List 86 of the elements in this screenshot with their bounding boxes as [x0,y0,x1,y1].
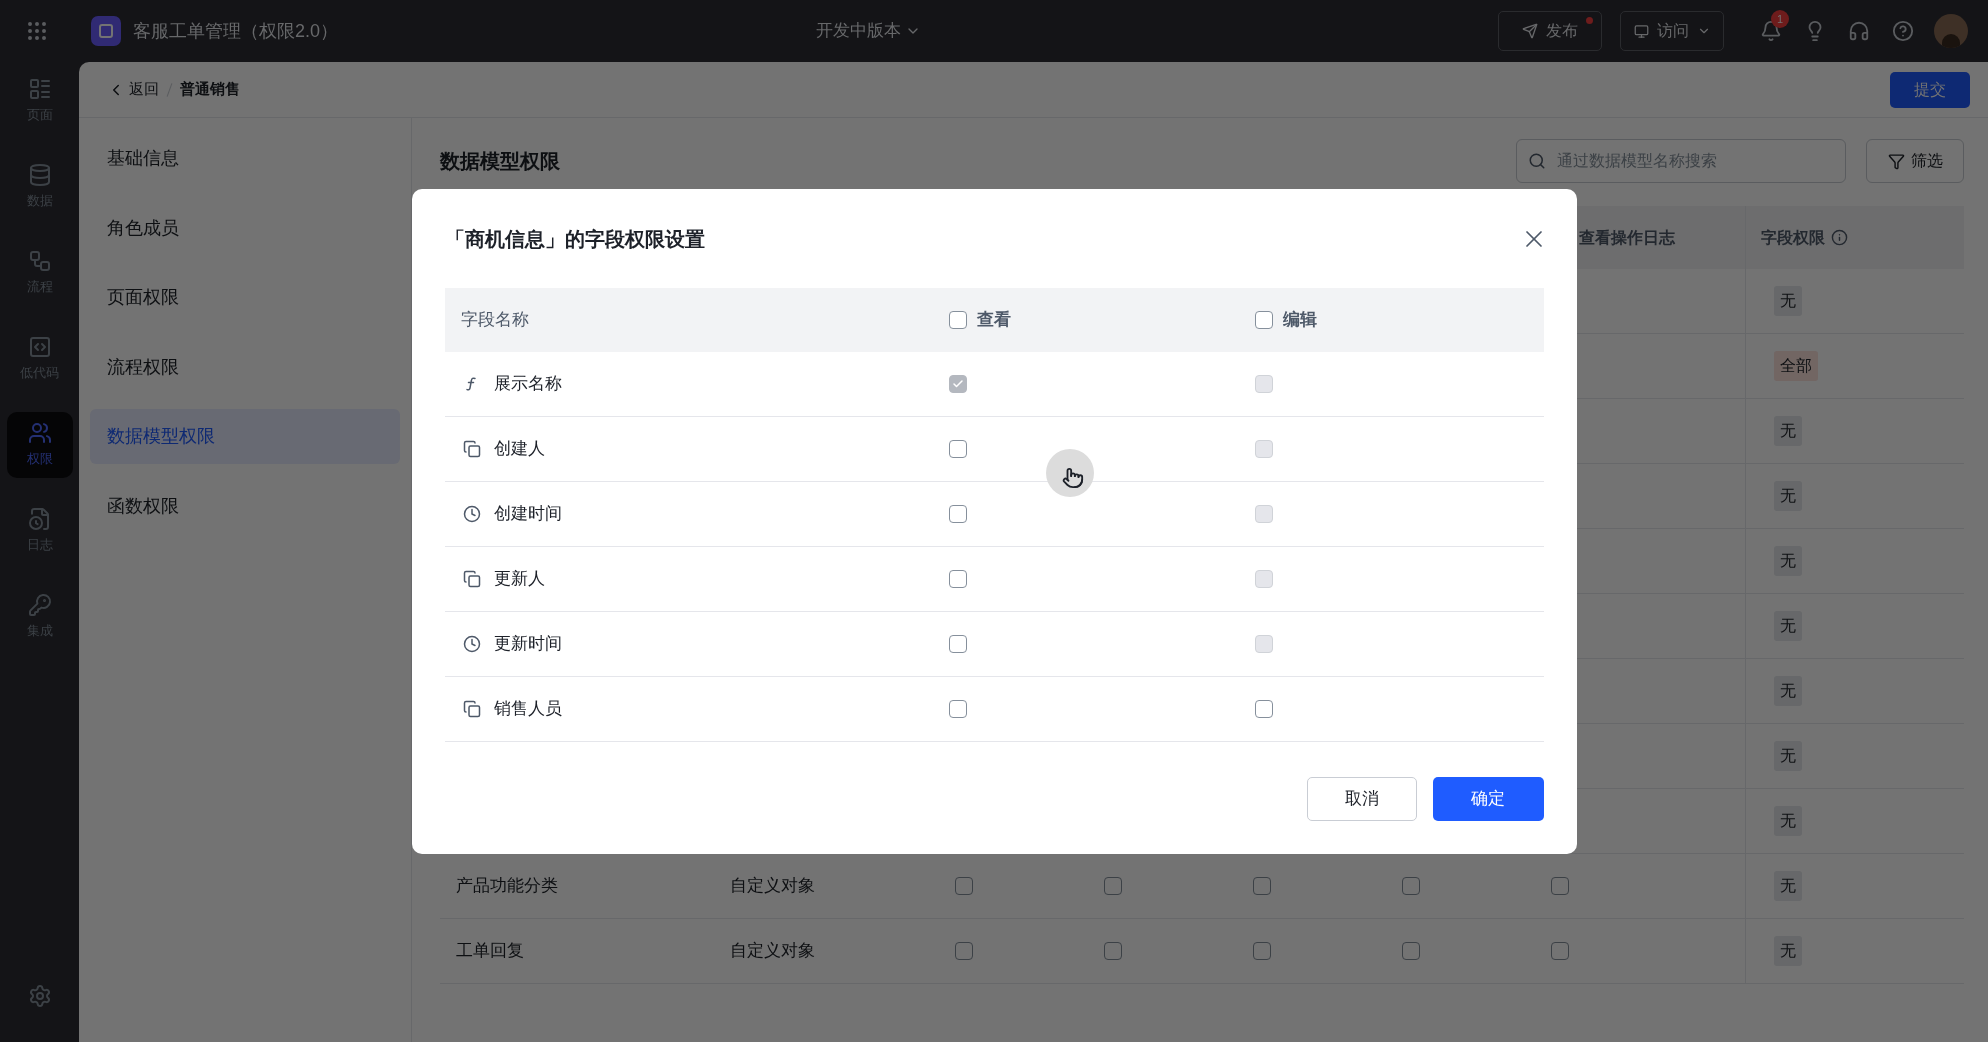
checkbox[interactable] [1253,877,1271,895]
checkbox[interactable] [955,877,973,895]
checkbox[interactable] [948,310,967,329]
field-name: 销售人员 [493,697,562,720]
help-icon[interactable] [1892,20,1914,42]
menu-item[interactable]: 角色成员 [90,200,400,256]
apps-icon[interactable] [25,19,49,43]
filter-icon [1887,152,1905,170]
permission-tag: 全部 [1774,351,1818,381]
field-name: 展示名称 [493,372,562,395]
breadcrumb-current: 普通销售 [180,79,240,100]
send-icon [1522,23,1538,39]
checkbox[interactable] [1254,699,1273,718]
menu-item[interactable]: 页面权限 [90,270,400,325]
users-icon [27,421,52,446]
checkbox[interactable] [1104,942,1122,960]
column-header: 查看 [976,308,1011,331]
permission-tag: 无 [1774,741,1802,771]
menu-item[interactable]: 基础信息 [90,131,400,186]
table-cell: 工单回复 [456,941,524,961]
back-link[interactable]: 返回 [107,78,159,101]
check-icon [951,377,964,390]
checkbox[interactable] [1254,310,1273,329]
filter-button[interactable]: 筛选 [1866,139,1964,183]
workflow-icon [27,249,52,274]
checkbox[interactable] [1253,942,1271,960]
search-icon [1528,152,1546,170]
permission-tag: 无 [1774,806,1802,836]
app-logo-icon [91,16,121,46]
publish-button[interactable]: 发布 [1498,11,1602,51]
key-icon [27,593,52,618]
info-icon[interactable] [1831,229,1848,246]
list-icon [27,77,52,102]
settings-icon[interactable] [27,984,52,1008]
checkbox[interactable] [948,699,967,718]
checkbox[interactable] [955,942,973,960]
avatar[interactable] [1934,14,1968,48]
menu-item[interactable]: 流程权限 [90,339,400,395]
checkbox[interactable] [1402,877,1420,895]
code-icon [27,335,52,360]
permission-tag: 无 [1774,286,1802,316]
field-name: 更新时间 [493,632,562,655]
permission-tag: 无 [1774,611,1802,641]
field-name: 创建人 [493,437,545,460]
permission-tag: 无 [1774,481,1802,511]
file-clock-icon [27,507,52,532]
column-header: 编辑 [1282,308,1317,331]
notification-badge: 1 [1771,10,1789,28]
menu-item[interactable]: 函数权限 [90,478,400,534]
database-icon [27,163,52,188]
checkbox[interactable] [1551,877,1569,895]
rail-item[interactable]: 权限 [6,412,73,478]
permission-tag: 无 [1774,936,1802,966]
checkbox[interactable] [1402,942,1420,960]
submit-button[interactable]: 提交 [1890,71,1970,108]
table-cell: 产品功能分类 [456,876,558,896]
section-title: 数据模型权限 [440,149,560,174]
column-header: 字段名称 [459,308,530,331]
headset-icon[interactable] [1848,20,1870,42]
clock-icon [462,634,481,653]
table-cell: 自定义对象 [730,876,815,896]
checkbox[interactable] [1104,877,1122,895]
checkbox[interactable] [948,439,967,458]
clock-icon [462,504,481,523]
permission-tag: 无 [1774,871,1802,901]
column-header: 查看操作日志 [1579,227,1675,248]
checkbox[interactable] [948,504,967,523]
field-name: 创建时间 [493,502,562,525]
table-cell: 自定义对象 [730,941,815,961]
confirm-button[interactable]: 确定 [1432,776,1544,821]
hand-pointer-icon [1061,466,1084,489]
permission-tag: 无 [1774,416,1802,446]
permission-tag: 无 [1774,676,1802,706]
checkbox[interactable] [948,569,967,588]
column-header: 字段权限 [1761,227,1825,248]
version-dropdown[interactable]: 开发中版本 [815,18,921,44]
checkbox[interactable] [948,634,967,653]
permission-tag: 无 [1774,546,1802,576]
visit-button[interactable]: 访问 [1620,11,1724,51]
menu-item[interactable]: 数据模型权限 [90,409,400,464]
app-title: 客服工单管理（权限2.0） [133,19,339,43]
dialog-title: 「商机信息」的字段权限设置 [444,226,705,252]
monitor-icon [1633,23,1649,39]
checkbox[interactable] [1551,942,1569,960]
cancel-button[interactable]: 取消 [1306,776,1417,821]
field-name: 更新人 [493,567,545,590]
